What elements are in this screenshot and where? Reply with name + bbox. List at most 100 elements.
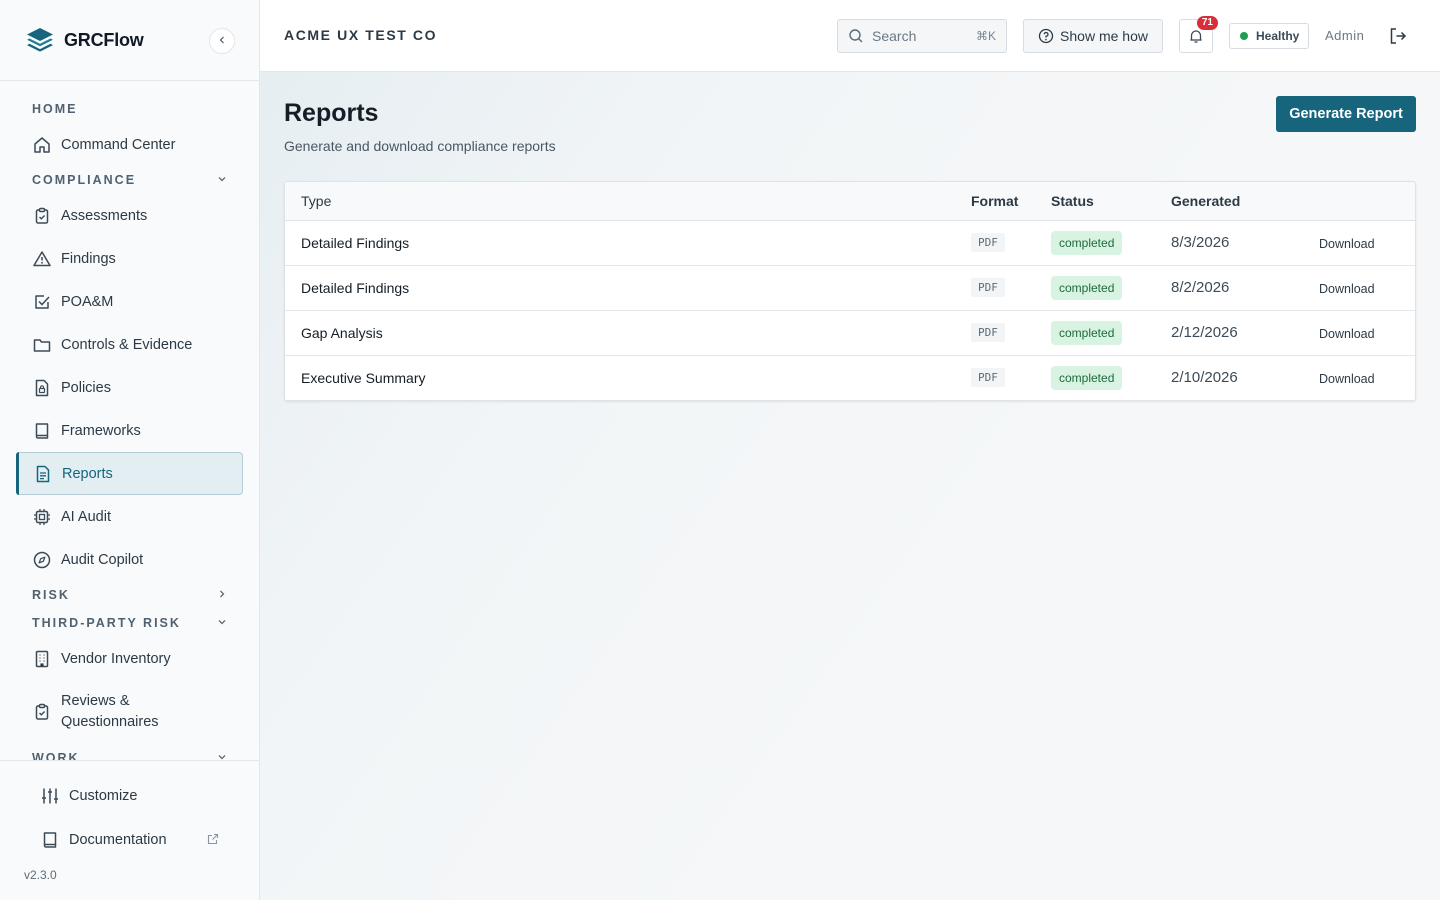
download-button[interactable]: Download xyxy=(1311,327,1375,341)
documentation-label: Documentation xyxy=(69,832,167,848)
sidebar-item-label: Command Center xyxy=(61,136,176,153)
sidebar-item-label: Vendor Inventory xyxy=(61,650,171,667)
sidebar-item-command-center[interactable]: Command Center xyxy=(16,123,243,166)
external-link-icon xyxy=(207,833,219,849)
health-status-badge: Healthy xyxy=(1229,23,1309,49)
customize-button[interactable]: Customize xyxy=(24,774,235,818)
building-icon xyxy=(32,649,52,669)
sidebar-item-ai-audit[interactable]: AI Audit xyxy=(16,495,243,538)
column-header-status[interactable]: Status xyxy=(1051,182,1171,221)
brand-name: GRCFlow xyxy=(64,29,144,50)
section-third-party-label: THIRD-PARTY RISK xyxy=(32,616,181,630)
health-dot xyxy=(1240,32,1248,40)
clipboard-check-icon xyxy=(32,206,52,226)
table-row: Detailed Findings PDF completed 8/2/2026… xyxy=(285,265,1415,310)
sidebar-item-label: Reports xyxy=(62,465,113,482)
brand-header: GRCFlow xyxy=(0,0,259,81)
sidebar-item-label: Assessments xyxy=(61,207,148,224)
column-header-type[interactable]: Type xyxy=(285,182,971,221)
sidebar-item-label: Frameworks xyxy=(61,422,141,439)
section-home-label: HOME xyxy=(32,102,78,116)
app-version: v2.3.0 xyxy=(24,868,57,882)
health-status-label: Healthy xyxy=(1256,29,1300,43)
section-compliance[interactable]: COMPLIANCE xyxy=(16,166,243,194)
show-me-how-button[interactable]: Show me how xyxy=(1023,19,1163,53)
question-circle-icon xyxy=(1038,28,1054,44)
sidebar-item-controls-evidence[interactable]: Controls & Evidence xyxy=(16,323,243,366)
show-me-how-label: Show me how xyxy=(1060,28,1148,44)
user-role: Admin xyxy=(1325,28,1365,43)
documentation-link[interactable]: Documentation xyxy=(24,818,235,862)
table-row: Gap Analysis PDF completed 2/12/2026 Dow… xyxy=(285,310,1415,355)
sidebar-item-frameworks[interactable]: Frameworks xyxy=(16,409,243,452)
folder-icon xyxy=(32,335,52,355)
generate-report-button[interactable]: Generate Report xyxy=(1276,96,1416,132)
column-header-generated[interactable]: Generated xyxy=(1171,182,1311,221)
sidebar-item-reports[interactable]: Reports xyxy=(16,452,243,495)
section-compliance-label: COMPLIANCE xyxy=(32,173,137,187)
sidebar-item-label: Findings xyxy=(61,250,116,267)
checkbox-icon xyxy=(32,292,52,312)
download-button[interactable]: Download xyxy=(1311,282,1375,296)
book-icon xyxy=(40,830,60,850)
report-type: Detailed Findings xyxy=(301,234,410,251)
chevron-down-icon xyxy=(217,173,227,187)
format-badge: PDF xyxy=(971,323,1005,342)
notification-count-badge: 71 xyxy=(1196,16,1218,30)
report-type: Gap Analysis xyxy=(301,324,383,341)
file-lock-icon xyxy=(32,378,52,398)
warning-triangle-icon xyxy=(32,249,52,269)
format-badge: PDF xyxy=(971,368,1005,388)
bell-icon xyxy=(1188,28,1204,44)
section-work[interactable]: WORK xyxy=(16,744,243,761)
sidebar-item-label-line2: Questionnaires xyxy=(61,714,159,730)
collapse-sidebar-button[interactable] xyxy=(209,28,235,54)
page-title: Reports xyxy=(284,99,379,127)
sidebar-item-label: POA&M xyxy=(61,293,114,310)
sidebar-item-findings[interactable]: Findings xyxy=(16,237,243,280)
book-icon xyxy=(32,421,52,441)
table-header-row: Type Format Status Generated xyxy=(285,182,1415,221)
section-third-party-risk[interactable]: THIRD-PARTY RISK xyxy=(16,609,243,637)
main-content: Reports Generate and download compliance… xyxy=(260,72,1440,900)
column-header-format[interactable]: Format xyxy=(971,182,1051,221)
generated-date: 8/2/2026 xyxy=(1171,279,1230,296)
chevron-right-icon xyxy=(217,588,227,602)
download-button[interactable]: Download xyxy=(1311,372,1375,386)
download-button[interactable]: Download xyxy=(1311,237,1375,251)
compass-icon xyxy=(32,550,52,570)
table-row: Detailed Findings PDF completed 8/3/2026… xyxy=(285,220,1415,265)
sidebar-item-label: Policies xyxy=(61,379,111,396)
format-badge: PDF xyxy=(971,233,1005,252)
report-type: Executive Summary xyxy=(301,369,426,386)
clipboard-check-icon xyxy=(32,702,52,722)
sidebar-item-label: AI Audit xyxy=(61,508,111,525)
sidebar-item-audit-copilot[interactable]: Audit Copilot xyxy=(16,538,243,581)
logout-icon xyxy=(1388,26,1408,46)
reports-table: Type Format Status Generated Detailed Fi… xyxy=(284,181,1416,401)
layers-icon xyxy=(24,24,56,56)
format-badge: PDF xyxy=(971,278,1005,297)
page-subtitle: Generate and download compliance reports xyxy=(284,138,556,154)
sidebar-item-assessments[interactable]: Assessments xyxy=(16,194,243,237)
chevron-left-icon xyxy=(217,32,227,50)
table-row: Executive Summary PDF completed 2/10/202… xyxy=(285,355,1415,400)
column-header-actions xyxy=(1311,182,1415,221)
sidebar-footer: Customize Documentation v2.3.0 xyxy=(0,760,259,900)
sidebar: GRCFlow HOME Command Center COMPLIANCE A… xyxy=(0,0,260,900)
generated-date: 2/10/2026 xyxy=(1171,369,1238,387)
section-home[interactable]: HOME xyxy=(16,95,243,123)
sidebar-item-policies[interactable]: Policies xyxy=(16,366,243,409)
sidebar-nav: HOME Command Center COMPLIANCE Assessmen… xyxy=(0,81,259,761)
notifications-button[interactable]: 71 xyxy=(1179,16,1218,53)
sidebar-item-vendor-inventory[interactable]: Vendor Inventory xyxy=(16,637,243,680)
status-badge: completed xyxy=(1051,365,1123,390)
search-input[interactable]: Search ⌘K xyxy=(837,19,1007,53)
logout-button[interactable] xyxy=(1386,24,1410,48)
status-badge: completed xyxy=(1051,230,1123,255)
sidebar-item-poam[interactable]: POA&M xyxy=(16,280,243,323)
sidebar-item-reviews-questionnaires[interactable]: Reviews & Questionnaires xyxy=(16,680,243,744)
section-risk[interactable]: RISK xyxy=(16,581,243,609)
sliders-icon xyxy=(40,786,60,806)
customize-label: Customize xyxy=(69,788,138,804)
